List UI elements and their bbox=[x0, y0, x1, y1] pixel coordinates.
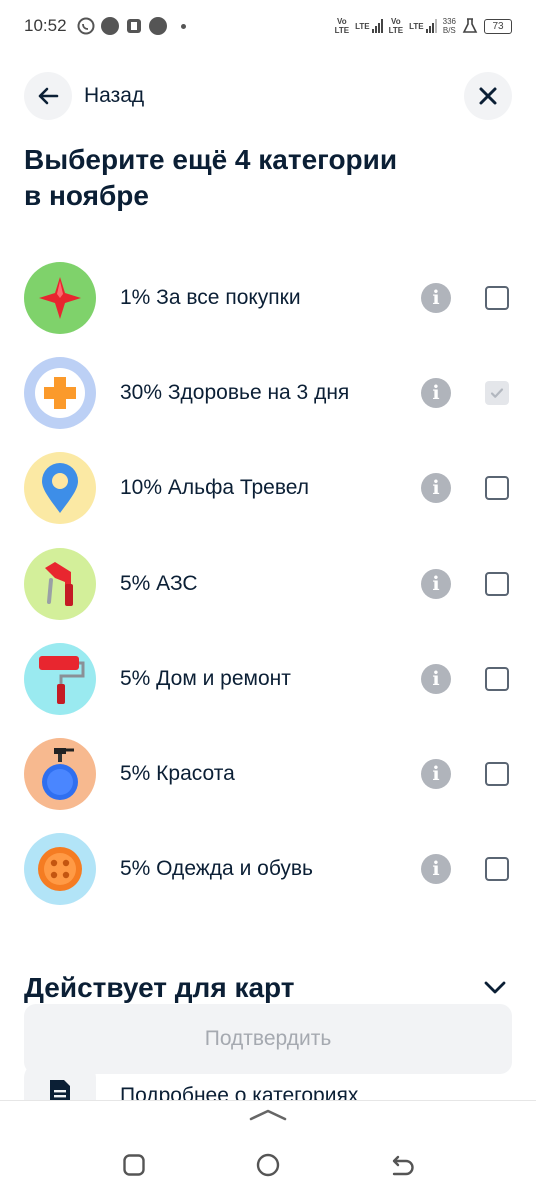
category-icon-circle bbox=[24, 642, 96, 715]
confirm-button[interactable]: Подтвердить bbox=[24, 1004, 512, 1074]
fuel-nozzle-icon bbox=[45, 561, 73, 606]
info-icon[interactable]: i bbox=[421, 759, 451, 790]
flask-icon bbox=[462, 18, 478, 33]
document-icon bbox=[50, 1080, 70, 1100]
category-label: 5% АЗС bbox=[120, 571, 198, 595]
chevron-down-icon[interactable] bbox=[484, 981, 506, 995]
header: Назад bbox=[24, 72, 512, 120]
section-title: Действует для карт bbox=[24, 972, 295, 1003]
whatsapp-icon bbox=[77, 17, 95, 35]
signal-icon bbox=[371, 19, 383, 33]
star-icon bbox=[39, 276, 81, 319]
map-pin-icon bbox=[42, 463, 78, 514]
back-nav-icon[interactable] bbox=[388, 1153, 414, 1177]
volte-indicator: Vo LTE bbox=[334, 17, 350, 35]
category-row[interactable]: 10% Альфа Тревел i bbox=[24, 441, 512, 536]
cards-section-header[interactable]: Действует для карт bbox=[24, 968, 512, 1008]
check-icon bbox=[490, 388, 504, 398]
info-icon[interactable]: i bbox=[421, 663, 451, 694]
category-label: 30% Здоровье на 3 дня bbox=[120, 380, 350, 404]
info-icon[interactable]: i bbox=[421, 568, 451, 599]
category-icon-circle bbox=[24, 261, 96, 334]
category-label: 10% Альфа Тревел bbox=[120, 476, 310, 500]
lte-indicator-2: LTE bbox=[409, 21, 424, 31]
category-checkbox[interactable] bbox=[485, 857, 509, 882]
info-icon[interactable]: i bbox=[421, 377, 451, 408]
category-icon-circle bbox=[24, 356, 96, 429]
home-icon[interactable] bbox=[256, 1153, 280, 1177]
category-checkbox-checked[interactable] bbox=[485, 380, 509, 405]
paint-roller-icon bbox=[39, 655, 85, 704]
battery-icon: 73 bbox=[484, 18, 512, 34]
more-notifications-icon bbox=[180, 23, 186, 29]
info-icon[interactable]: i bbox=[421, 473, 451, 504]
info-icon[interactable]: i bbox=[421, 854, 451, 885]
volte-indicator-2: Vo LTE bbox=[388, 17, 404, 35]
category-label: 1% За все покупки bbox=[120, 285, 301, 309]
info-icon[interactable]: i bbox=[421, 282, 451, 313]
category-label: 5% Одежда и обувь bbox=[120, 857, 313, 881]
page-title-line-1: Выберите ещё 4 категории bbox=[24, 144, 398, 175]
category-row[interactable]: 30% Здоровье на 3 дня i bbox=[24, 345, 512, 440]
recent-apps-icon[interactable] bbox=[122, 1153, 146, 1177]
category-checkbox[interactable] bbox=[485, 476, 509, 501]
network-speed: 336 B/S bbox=[442, 17, 456, 35]
signal-icon-2 bbox=[425, 19, 437, 33]
category-checkbox[interactable] bbox=[485, 285, 509, 310]
category-icon-circle bbox=[24, 833, 96, 906]
category-label: 5% Дом и ремонт bbox=[120, 666, 291, 690]
app-notification-icon bbox=[100, 17, 119, 35]
medical-cross-icon bbox=[35, 367, 85, 418]
button-icon bbox=[38, 847, 82, 892]
back-button[interactable] bbox=[24, 72, 72, 120]
notification-icons bbox=[77, 17, 186, 35]
more-about-categories-link[interactable]: Подробнее о категориях bbox=[120, 1084, 358, 1100]
category-row[interactable]: 1% За все покупки i bbox=[24, 250, 512, 345]
category-icon-circle bbox=[24, 738, 96, 811]
chevron-up-icon[interactable] bbox=[248, 1107, 288, 1123]
category-list: 1% За все покупки i 30% Здоровье на 3 дн… bbox=[24, 250, 512, 917]
close-button[interactable] bbox=[464, 72, 512, 120]
category-row[interactable]: 5% Одежда и обувь i bbox=[24, 822, 512, 917]
category-checkbox[interactable] bbox=[485, 666, 509, 691]
system-navigation-bar bbox=[0, 1100, 536, 1200]
app-notification-icon-2 bbox=[126, 19, 141, 33]
back-label[interactable]: Назад bbox=[84, 84, 144, 108]
perfume-bottle-icon bbox=[42, 748, 78, 801]
status-time: 10:52 bbox=[24, 16, 67, 35]
category-icon-circle bbox=[24, 452, 96, 525]
arrow-left-icon bbox=[38, 87, 59, 105]
category-row[interactable]: 5% АЗС i bbox=[24, 536, 512, 631]
lte-indicator: LTE bbox=[355, 21, 370, 31]
page-title: Выберите ещё 4 категории в ноябре bbox=[24, 142, 504, 214]
category-row[interactable]: 5% Красота i bbox=[24, 726, 512, 821]
category-row[interactable]: 5% Дом и ремонт i bbox=[24, 631, 512, 726]
close-icon bbox=[479, 87, 497, 105]
status-bar: 10:52 Vo LTE LTE Vo LTE LTE 336 B/S 73 bbox=[0, 0, 536, 52]
category-checkbox[interactable] bbox=[485, 571, 509, 596]
app-notification-icon-3 bbox=[148, 17, 167, 35]
system-icons: Vo LTE LTE Vo LTE LTE 336 B/S 73 bbox=[335, 17, 512, 35]
category-label: 5% Красота bbox=[120, 762, 235, 786]
page-title-line-2: в ноябре bbox=[24, 180, 149, 211]
category-icon-circle bbox=[24, 547, 96, 620]
category-checkbox[interactable] bbox=[485, 762, 509, 787]
